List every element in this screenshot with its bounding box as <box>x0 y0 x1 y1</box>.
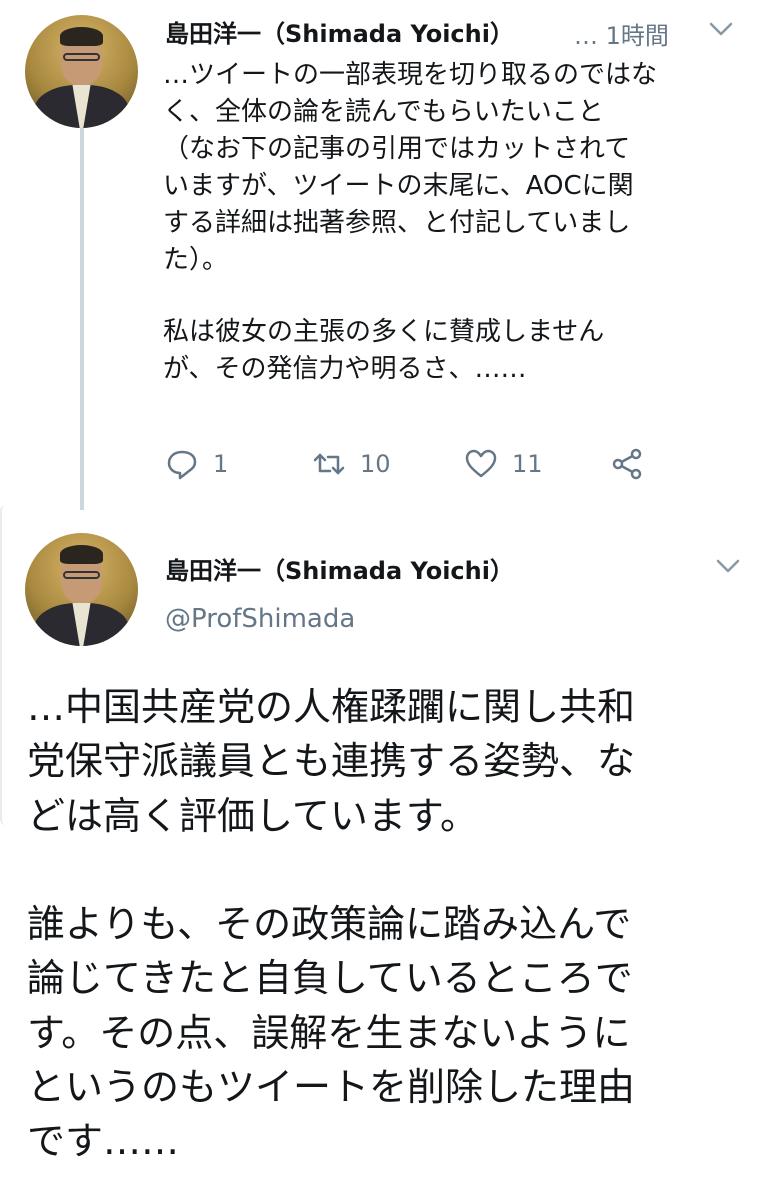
tweet-text: …中国共産党の人権蹂躙に関し共和 党保守派議員とも連携する姿勢、な どは高く評価… <box>27 680 757 1169</box>
author-handle[interactable]: @ProfShimada <box>165 604 355 634</box>
reply-icon <box>167 450 197 480</box>
scroll-edge <box>0 505 12 825</box>
chevron-down-icon[interactable] <box>706 19 736 39</box>
like-count: 11 <box>512 450 543 478</box>
tweet-text: …ツイートの一部表現を切り取るのではな く、全体の論を読んでもらいたいこと （な… <box>163 57 753 388</box>
author-name[interactable]: 島田洋一（Shimada Yoichi） <box>165 551 514 586</box>
tweet-paragraph: 私は彼女の主張の多くに賛成しません が、その発信力や明るさ、…… <box>163 317 605 385</box>
avatar[interactable] <box>25 533 138 646</box>
tweet-paragraph: …ツイートの一部表現を切り取るのではな く、全体の論を読んでもらいたいこと （な… <box>163 60 658 275</box>
retweet-icon <box>313 453 345 475</box>
tweet-paragraph: …中国共産党の人権蹂躙に関し共和 党保守派議員とも連携する姿勢、な どは高く評価… <box>27 685 636 838</box>
tweet-timestamp[interactable]: … 1時間 <box>574 16 669 51</box>
avatar[interactable] <box>25 15 138 128</box>
retweet-count: 10 <box>360 450 391 478</box>
like-icon <box>465 449 497 478</box>
share-icon <box>612 448 642 480</box>
like-button[interactable]: 11 <box>464 447 543 481</box>
author-name[interactable]: 島田洋一（Shimada Yoichi） <box>165 14 514 49</box>
reply-button[interactable]: 1 <box>165 447 228 481</box>
share-button[interactable] <box>610 447 658 481</box>
reply-count: 1 <box>213 450 229 478</box>
tweet-actions: 1 10 11 <box>0 447 763 487</box>
retweet-button[interactable]: 10 <box>312 447 391 481</box>
chevron-down-icon[interactable] <box>713 556 743 576</box>
tweet-paragraph: 誰よりも、その政策論に踏み込んで 論じてきたと自負しているところで す。その点、… <box>27 901 636 1164</box>
